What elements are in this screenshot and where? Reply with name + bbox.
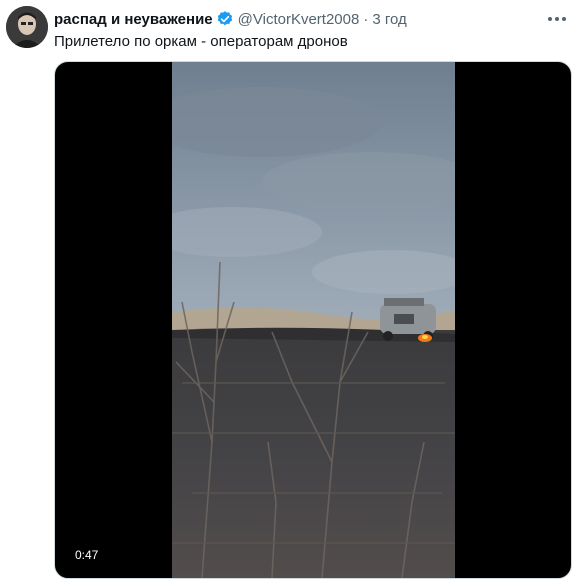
timestamp[interactable]: 3 год xyxy=(372,11,406,28)
tweet-text: Прилетело по оркам - операторам дронов xyxy=(54,33,348,50)
video-frame[interactable] xyxy=(172,62,455,578)
more-options-icon[interactable] xyxy=(545,10,569,28)
user-handle[interactable]: @VictorKvert2008 xyxy=(238,11,360,28)
tweet-card[interactable]: распад и неуважение @VictorKvert2008 · 3… xyxy=(0,0,583,585)
video-duration: 0:47 xyxy=(69,546,105,564)
separator-dot: · xyxy=(363,10,369,28)
tweet-header: распад и неуважение @VictorKvert2008 · 3… xyxy=(54,8,407,30)
video-player[interactable]: 0:47 xyxy=(54,61,572,579)
avatar[interactable] xyxy=(6,6,48,48)
display-name[interactable]: распад и неуважение xyxy=(54,11,213,28)
verified-badge-icon xyxy=(216,10,234,28)
